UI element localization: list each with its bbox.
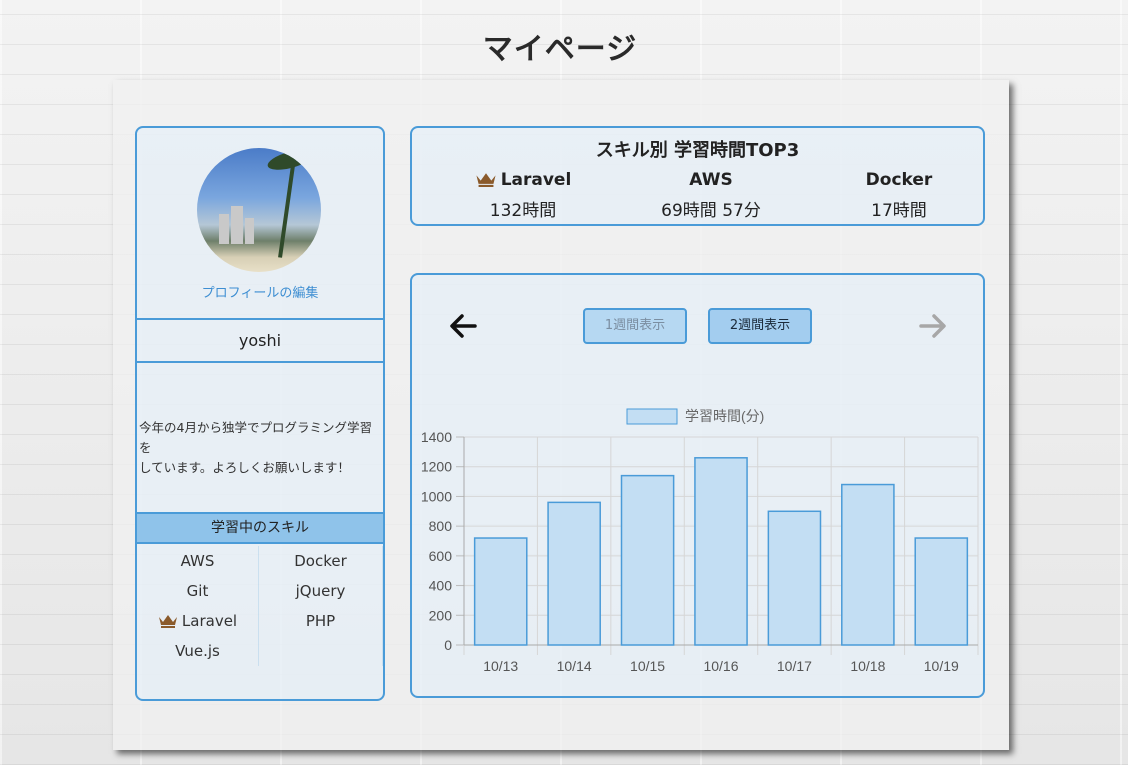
divider: [137, 361, 383, 363]
profile-card: プロフィールの編集 yoshi 今年の4月から独学でプログラミング学習を してい…: [135, 126, 385, 701]
crown-icon: [158, 615, 177, 628]
top3-item: AWS 69時間 57分: [616, 168, 806, 221]
top3-item: Laravel 132時間: [428, 168, 618, 221]
top3-time: 132時間: [489, 201, 557, 221]
skill-item: jQuery: [259, 576, 383, 606]
y-tick-label: 400: [429, 578, 453, 594]
y-tick-label: 0: [444, 637, 452, 653]
top3-skill-name: Laravel: [500, 170, 572, 190]
top3-skill-name: AWS: [689, 170, 733, 190]
page-title: マイページ: [482, 32, 638, 67]
skill-item: Laravel: [137, 606, 259, 636]
bar: [694, 457, 748, 646]
x-tick-label: 10/16: [703, 658, 738, 674]
y-tick-label: 1000: [421, 488, 452, 504]
bio-text: 今年の4月から独学でプログラミング学習を しています。よろしくお願いします！: [139, 418, 383, 478]
skill-item: Vue.js: [137, 636, 259, 666]
x-tick-label: 10/13: [483, 658, 518, 674]
chart-card: 1週間表示 2週間表示 学習時間(分) 0 200 400 600 800 1000 1200…: [410, 273, 985, 698]
bio-line: 今年の4月から独学でプログラミング学習を: [139, 420, 372, 455]
legend-label: 学習時間(分): [685, 408, 764, 424]
skill-item: Docker: [259, 546, 383, 576]
y-tick-label: 800: [429, 518, 453, 534]
two-week-button[interactable]: 2週間表示: [708, 308, 812, 344]
legend-swatch: [626, 408, 678, 425]
skill-name: PHP: [305, 612, 336, 630]
y-tick-label: 200: [429, 607, 453, 623]
skill-item: PHP: [259, 606, 383, 636]
y-tick-label: 1400: [421, 429, 452, 445]
top3-time: 69時間 57分: [661, 201, 761, 221]
x-tick-label: 10/17: [777, 658, 812, 674]
bar: [620, 474, 675, 646]
x-tick-label: 10/19: [924, 658, 959, 674]
bar: [914, 537, 969, 646]
skill-name: Git: [186, 582, 209, 600]
top3-skill-name: Docker: [865, 170, 933, 190]
x-tick-label: 10/18: [850, 658, 885, 674]
skills-list: AWS Docker Git jQuery Laravel PHP Vue.js: [137, 546, 383, 666]
skill-item: Git: [137, 576, 259, 606]
top3-title: スキル別 学習時間TOP3: [595, 140, 800, 161]
username: yoshi: [238, 331, 282, 350]
skills-header: 学習中のスキル: [137, 512, 383, 544]
top3-item: Docker 17時間: [804, 168, 994, 221]
avatar: [197, 148, 321, 272]
bar-chart: 学習時間(分) 0 200 400 600 800 1000 1200 1400 10/13 10/…: [421, 408, 979, 674]
divider: [137, 318, 383, 320]
y-tick-label: 600: [429, 548, 453, 564]
top3-card: スキル別 学習時間TOP3 Laravel 132時間 AWS 69時間 57分…: [410, 126, 985, 226]
bar: [547, 501, 601, 646]
x-tick-label: 10/15: [630, 658, 665, 674]
arrow-right-icon[interactable]: [918, 311, 948, 341]
arrow-left-icon[interactable]: [448, 311, 478, 341]
skill-name: jQuery: [295, 582, 346, 600]
bar: [473, 537, 528, 646]
skill-item: AWS: [137, 546, 259, 576]
crown-icon: [476, 173, 496, 187]
skill-name: Laravel: [181, 612, 238, 630]
y-tick-label: 1200: [421, 459, 452, 475]
skill-name: AWS: [180, 552, 215, 570]
skill-name: Docker: [294, 552, 347, 570]
top3-time: 17時間: [871, 201, 927, 221]
bar: [841, 483, 895, 646]
skill-name: Vue.js: [175, 642, 220, 660]
edit-profile-link[interactable]: プロフィールの編集: [137, 282, 383, 301]
x-tick-label: 10/14: [557, 658, 592, 674]
one-week-button[interactable]: 1週間表示: [583, 308, 687, 344]
skill-item-empty: [259, 636, 383, 666]
bio-line: しています。よろしくお願いします！: [139, 460, 350, 475]
bar: [767, 510, 822, 646]
